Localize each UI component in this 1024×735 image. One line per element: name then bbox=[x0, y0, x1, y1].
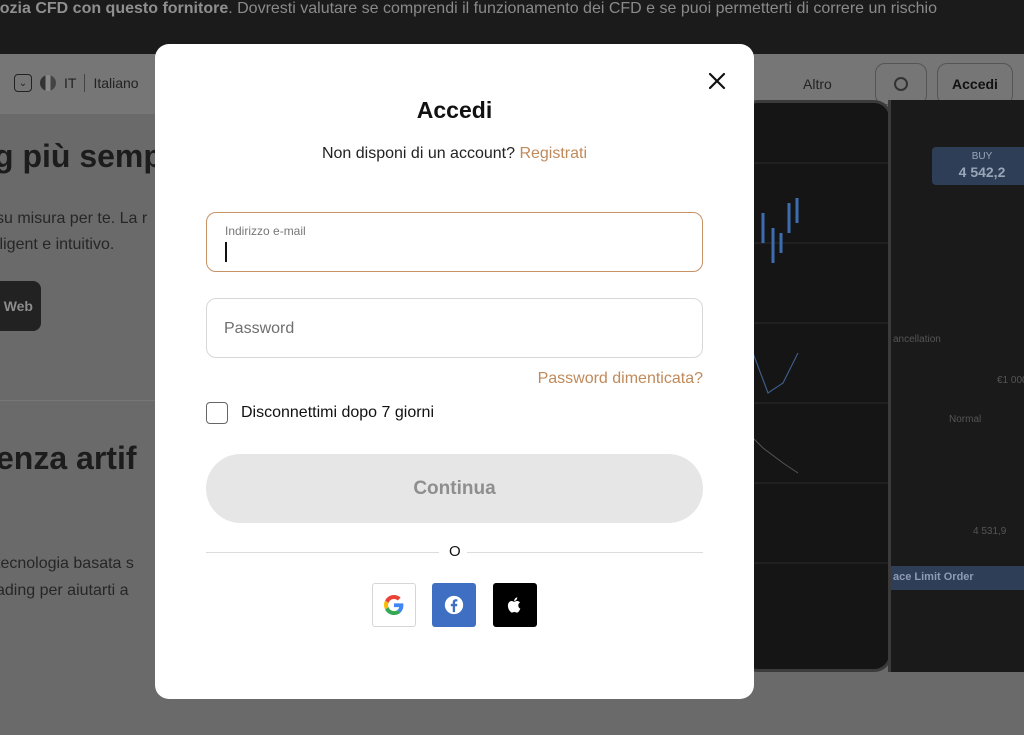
apple-login-button[interactable] bbox=[493, 583, 537, 627]
continue-button[interactable]: Continua bbox=[206, 454, 703, 523]
text-cursor bbox=[225, 242, 227, 262]
close-icon bbox=[708, 72, 726, 90]
email-field[interactable]: Indirizzo e-mail bbox=[206, 212, 703, 272]
forgot-password-link[interactable]: Password dimenticata? bbox=[538, 370, 703, 388]
email-field-label: Indirizzo e-mail bbox=[225, 224, 306, 238]
register-prompt: Non disponi di un account? Registrati bbox=[155, 145, 754, 163]
login-modal: Accedi Non disponi di un account? Regist… bbox=[155, 44, 754, 699]
password-input[interactable] bbox=[224, 317, 684, 341]
remember-option[interactable]: Disconnettimi dopo 7 giorni bbox=[206, 402, 434, 424]
divider-line-right bbox=[467, 552, 703, 553]
google-icon bbox=[384, 595, 404, 615]
close-button[interactable] bbox=[704, 68, 730, 94]
no-account-text: Non disponi di un account? bbox=[321, 145, 515, 162]
facebook-login-button[interactable] bbox=[432, 583, 476, 627]
apple-icon bbox=[507, 597, 521, 613]
logout-after-7-days-label: Disconnettimi dopo 7 giorni bbox=[241, 404, 434, 421]
password-field[interactable] bbox=[206, 298, 703, 358]
facebook-icon bbox=[444, 595, 464, 615]
divider-text: O bbox=[449, 543, 461, 560]
register-link[interactable]: Registrati bbox=[519, 145, 587, 162]
logout-after-7-days-checkbox[interactable] bbox=[206, 402, 228, 424]
google-login-button[interactable] bbox=[372, 583, 416, 627]
divider-line-left bbox=[206, 552, 439, 553]
email-input[interactable] bbox=[224, 241, 684, 263]
social-divider: O bbox=[206, 543, 703, 561]
modal-title: Accedi bbox=[416, 97, 493, 123]
